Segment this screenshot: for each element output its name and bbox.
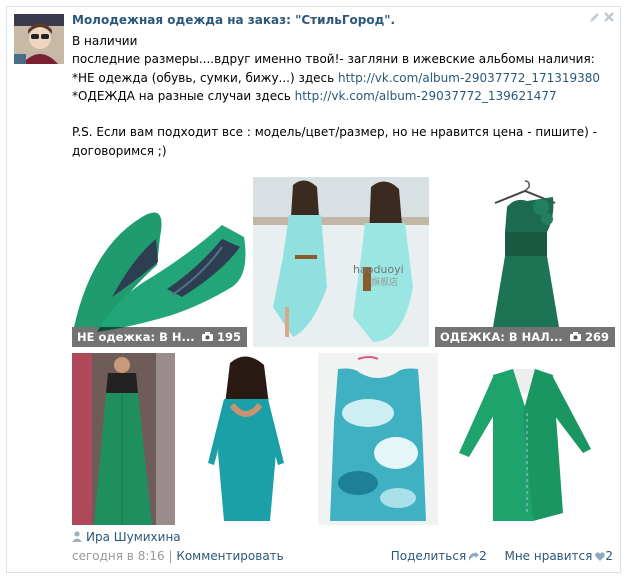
- share-button[interactable]: Поделиться 2: [391, 549, 487, 563]
- album-thumb-clothes[interactable]: ОДЕЖКА: В НАЛ... 269: [435, 177, 615, 347]
- post-text-span: *ОДЕЖДА на разные случаи здесь: [72, 88, 295, 103]
- post-text: В наличии последние размеры....вдруг име…: [72, 32, 612, 160]
- share-icon: [469, 550, 480, 564]
- post-text-line: *НЕ одежда (обувь, сумки, бижу...) здесь…: [72, 69, 612, 87]
- post-meta: сегодня в 8:16 | Комментировать: [72, 549, 284, 563]
- edit-icon[interactable]: [588, 12, 600, 24]
- photo-mint-dress[interactable]: haoduoyi 旗舰店: [253, 177, 429, 347]
- album-count: 195: [201, 327, 241, 347]
- post-text-line: договоримся ;): [72, 143, 167, 158]
- like-count: 2: [605, 549, 613, 563]
- camera-icon: [201, 332, 213, 341]
- like-label: Мне нравится: [504, 549, 593, 563]
- post-text-line: *ОДЕЖДА на разные случаи здесь http://vk…: [72, 87, 612, 105]
- post-text-line: В наличии: [72, 34, 138, 48]
- post-date[interactable]: сегодня в 8:16: [72, 549, 165, 563]
- album-caption: НЕ одежка: В Н... 195: [72, 327, 247, 347]
- post-text-span: *НЕ одежда (обувь, сумки, бижу...) здесь: [72, 70, 339, 85]
- album-title: НЕ одежка: В Н...: [77, 330, 195, 344]
- post-author[interactable]: Ира Шумихина: [72, 530, 181, 544]
- album-caption: ОДЕЖКА: В НАЛ... 269: [435, 327, 615, 347]
- album-title: ОДЕЖКА: В НАЛ...: [440, 330, 563, 344]
- like-button[interactable]: Мне нравится 2: [504, 549, 613, 563]
- watermark-brand: haoduoyi: [353, 263, 404, 276]
- photo-maxi-dress[interactable]: [72, 353, 175, 525]
- comment-link[interactable]: Комментировать: [176, 549, 283, 563]
- photo-printed-top[interactable]: [318, 353, 438, 525]
- album-thumb-shoes[interactable]: НЕ одежка: В Н... 195: [72, 177, 247, 347]
- group-avatar[interactable]: [14, 14, 64, 64]
- share-count: 2: [479, 549, 487, 563]
- post-actions: Поделиться 2 Мне нравится 2: [391, 549, 613, 564]
- share-label: Поделиться: [390, 549, 467, 563]
- separator: |: [164, 549, 177, 563]
- author-name: Ира Шумихина: [86, 530, 181, 544]
- album-link-not-clothes[interactable]: http://vk.com/album-29037772_171319380: [338, 71, 600, 85]
- post-text-line: P.S. Если вам подходит все : модель/цвет…: [72, 125, 597, 140]
- album-link-clothes[interactable]: http://vk.com/album-29037772_139621477: [295, 89, 557, 103]
- photo-lace-dress[interactable]: [180, 353, 313, 525]
- album-count-value: 269: [584, 330, 609, 344]
- photo-cardigan-dress[interactable]: [443, 353, 605, 525]
- group-title[interactable]: Молодежная одежда на заказ: "СтильГород"…: [72, 13, 395, 27]
- camera-icon: [569, 332, 581, 341]
- user-icon: [72, 531, 82, 542]
- post-text-line: последние размеры....вдруг именно твой!-…: [72, 52, 595, 67]
- heart-icon: [595, 550, 606, 564]
- close-icon[interactable]: [603, 12, 615, 24]
- wall-post: Молодежная одежда на заказ: "СтильГород"…: [6, 6, 621, 573]
- album-count: 269: [569, 327, 609, 347]
- album-count-value: 195: [216, 330, 241, 344]
- watermark-sub: 旗舰店: [371, 276, 398, 288]
